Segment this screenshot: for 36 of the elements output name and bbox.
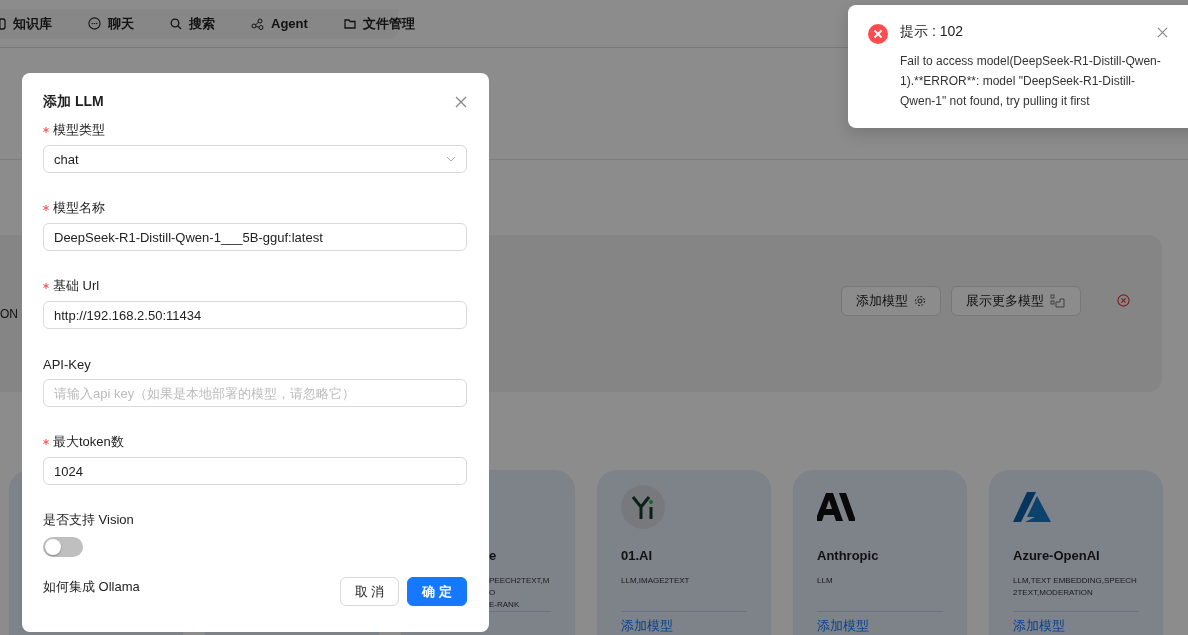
confirm-button[interactable]: 确 定 (407, 577, 467, 606)
notification-title: 提示 : 102 (900, 23, 964, 41)
show-more-button[interactable]: 展示更多模型 (951, 285, 1081, 316)
input-field[interactable]: DeepSeek-R1-Distill-Qwen-1___5B-gguf:latest (43, 223, 467, 251)
field-label: 最大token数 (53, 433, 124, 451)
provider-tags: PEECH2TEXT,MO E-RANK (489, 575, 551, 611)
provider-name: e (489, 548, 498, 563)
nav-item[interactable]: 聊天 (88, 14, 134, 33)
add-model-link[interactable]: 添加模型 (621, 618, 747, 634)
provider-name: Azure-OpenAI (1013, 548, 1101, 563)
provider-tags: LLM,TEXT EMBEDDING,SPEECH2TEXT,MODERATION (1013, 575, 1139, 611)
field-label: 模型名称 (53, 199, 105, 217)
provider-label: ON (0, 306, 18, 321)
input-field[interactable]: http://192.168.2.50:11434 (43, 301, 467, 329)
nav-item[interactable]: 搜索 (170, 14, 215, 33)
add-model-link[interactable]: 添加模型 (1013, 618, 1139, 634)
provider-name: Anthropic (817, 548, 880, 563)
type-select[interactable]: chat (43, 145, 467, 173)
nav-item[interactable]: 知识库 (0, 14, 52, 33)
add-model-link[interactable]: 添加模型 (817, 618, 943, 634)
nav-item[interactable]: 文件管理 (343, 14, 415, 33)
input-field[interactable]: 1024 (43, 457, 467, 485)
add-model-button[interactable]: 添加模型 (841, 285, 941, 316)
provider-name: 01.AI (621, 548, 654, 563)
nav-item[interactable]: Agent (251, 16, 308, 31)
provider-tags: LLM (817, 575, 943, 611)
help-link[interactable]: 如何集成 Ollama (43, 577, 140, 596)
field-label: 基础 Url (53, 277, 100, 295)
cancel-button[interactable]: 取 消 (339, 577, 400, 606)
provider-tags: LLM,IMAGE2TEXT (621, 575, 747, 611)
input-field[interactable]: 请输入api key（如果是本地部署的模型，请忽略它） (43, 379, 467, 407)
field-label: 是否支持 Vision (43, 511, 134, 529)
notification-message: Fail to access model(DeepSeek-R1-Distill-Qwen-1).**ERROR**: model "DeepSeek-R1-Distill-Qwen-1" not found, try pulling it first (900, 53, 1162, 110)
field-label: API-Key (43, 356, 91, 372)
field-label: 模型类型 (53, 121, 105, 139)
dialog-title: 添加 LLM (43, 93, 104, 111)
